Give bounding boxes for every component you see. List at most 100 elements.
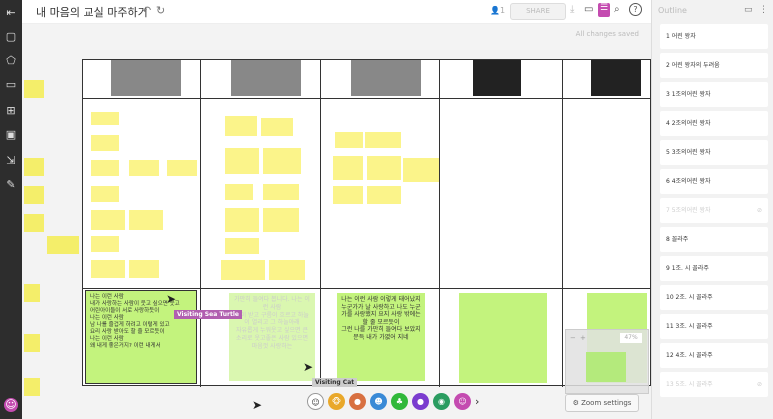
import-icon[interactable]: ⇲ (4, 154, 18, 168)
outline-icon[interactable]: ☰ (598, 3, 610, 17)
sticky-note[interactable] (225, 238, 259, 254)
outline-item[interactable]: 8 꼴라주 (660, 227, 768, 252)
poem-card[interactable]: 나는 이런 사람 이렇게 태어났지 누군가가 날 사랑하고 나도 누군가를 사랑… (337, 293, 425, 381)
sticky-note[interactable] (225, 116, 257, 136)
board-canvas[interactable]: All changes saved 나는 이런 사람 내가 사랑하는 사람이 웃… (22, 24, 651, 419)
search-icon[interactable]: ⌕ (614, 4, 620, 15)
visitor-avatar-icon[interactable]: ☺ (307, 393, 324, 410)
sticky-note[interactable] (91, 186, 119, 202)
image (473, 60, 521, 96)
visitor-avatar-icon[interactable]: ● (349, 393, 366, 410)
share-button[interactable]: SHARE (510, 3, 566, 20)
minimap[interactable]: − + 47% (565, 329, 649, 394)
zoom-out-icon[interactable]: − (570, 334, 576, 342)
minimap-viewport[interactable] (586, 352, 626, 382)
pen-icon[interactable]: ✎ (4, 178, 18, 192)
sticky-note[interactable] (24, 158, 44, 176)
sticky-note[interactable] (24, 284, 40, 302)
sticky-note[interactable] (24, 214, 44, 232)
sticky-note[interactable] (91, 160, 119, 176)
outline-item[interactable]: 1 어린 왕자 (660, 24, 768, 49)
cursor-icon: ➤ (303, 360, 314, 374)
sticky-note[interactable] (269, 260, 305, 280)
sticky-note[interactable] (91, 135, 119, 151)
sticky-note[interactable] (335, 132, 363, 148)
poem-card[interactable] (459, 293, 547, 383)
sticky-note[interactable] (365, 132, 401, 148)
sticky-note[interactable] (221, 260, 265, 280)
outline-item[interactable]: 13 5조. 시 꼴라주 ⊘ (660, 372, 768, 397)
outline-item[interactable]: 2 어린 왕자의 두려움 (660, 53, 768, 78)
outline-item[interactable]: 9 1조. 시 꼴라주 (660, 256, 768, 281)
sticky-note[interactable] (47, 236, 79, 254)
outline-item[interactable]: 6 4조의어린 왕자 (660, 169, 768, 194)
sticky-note[interactable] (225, 208, 259, 232)
poem-card[interactable]: 나는 이런 사람 내가 사랑하는 사람이 웃고 싶으면 웃고 어린아이들이 서로… (85, 290, 197, 384)
pixelated-image (231, 60, 301, 96)
sticky-note[interactable] (129, 260, 159, 278)
sticky-note[interactable] (129, 160, 159, 176)
sticky-note[interactable] (333, 156, 363, 180)
comment-icon[interactable]: ▭ (584, 4, 593, 15)
undo-icon[interactable]: ↶ (142, 4, 151, 17)
history-icon[interactable]: ↻ (156, 4, 165, 17)
outline-item[interactable]: 11 3조. 시 꼴라주 (660, 314, 768, 339)
pixelated-image (111, 60, 181, 96)
download-icon[interactable]: ⤓ (570, 4, 574, 15)
outline-item[interactable]: 12 4조. 시 꼴라주 (660, 343, 768, 368)
hidden-icon[interactable]: ⊘ (757, 372, 762, 397)
column-divider (562, 60, 563, 387)
user-count[interactable]: 👤1 (490, 6, 505, 15)
sticky-note[interactable] (225, 184, 253, 200)
outline-item[interactable]: 4 2조의어린 왕자 (660, 111, 768, 136)
more-icon[interactable]: ⋮ (759, 5, 768, 15)
sticky-note[interactable] (91, 260, 125, 278)
visitor-avatar-icon[interactable]: ♣ (391, 393, 408, 410)
visitor-avatar-icon[interactable]: ◉ (433, 393, 450, 410)
outline-item[interactable]: 7 5조의어린 왕자 ⊘ (660, 198, 768, 223)
grid-icon[interactable]: ⊞ (4, 104, 18, 118)
note-icon[interactable]: ▢ (4, 30, 18, 44)
zoom-settings-label: Zoom settings (581, 399, 632, 407)
zoom-settings-button[interactable]: ⚙ Zoom settings (565, 394, 639, 412)
sticky-note[interactable] (24, 186, 44, 204)
image-icon[interactable]: ▣ (4, 128, 18, 142)
sticky-note[interactable] (261, 118, 293, 136)
help-icon[interactable]: ? (629, 3, 642, 16)
sticky-note[interactable] (91, 236, 119, 252)
back-icon[interactable]: ⇤ (4, 6, 18, 20)
hidden-icon[interactable]: ⊘ (757, 198, 762, 223)
sticky-note[interactable] (91, 112, 119, 125)
chevron-right-icon[interactable]: › (475, 393, 485, 410)
sticky-note[interactable] (263, 184, 299, 200)
sticky-note[interactable] (367, 186, 401, 204)
present-icon[interactable]: ▭ (744, 5, 753, 15)
sticky-note[interactable] (24, 378, 40, 396)
sticky-note[interactable] (263, 208, 299, 232)
outline-item[interactable]: 3 1조의어린 왕자 (660, 82, 768, 107)
sticky-note[interactable] (24, 334, 40, 352)
sticky-note[interactable] (333, 186, 363, 204)
visitor-avatar-icon[interactable]: ● (412, 393, 429, 410)
zoom-in-icon[interactable]: + (580, 334, 586, 342)
sticky-note[interactable] (129, 210, 163, 230)
sticky-note[interactable] (91, 210, 125, 230)
row-divider (83, 98, 651, 99)
outline-item[interactable]: 5 3조의어린 왕자 (660, 140, 768, 165)
sticky-note[interactable] (167, 160, 197, 176)
layout-icon[interactable]: ▭ (4, 78, 18, 92)
user-avatar[interactable]: ☺ (4, 398, 18, 412)
sticky-note[interactable] (24, 80, 44, 98)
column-divider (439, 60, 440, 387)
sticky-note[interactable] (403, 158, 439, 182)
shape-icon[interactable]: ⬠ (4, 54, 18, 68)
sticky-note[interactable] (225, 148, 259, 174)
visitor-avatar-icon[interactable]: 🐵 (328, 393, 345, 410)
visitor-avatar-icon[interactable]: ☺ (454, 393, 471, 410)
sticky-note[interactable] (263, 148, 301, 174)
visitor-avatar-icon[interactable]: ☻ (370, 393, 387, 410)
sticky-note[interactable] (367, 156, 401, 180)
outline-item[interactable]: 10 2조. 시 꼴라주 (660, 285, 768, 310)
outline-panel: Outline ▭ ⋮ 1 어린 왕자 2 어린 왕자의 두려움 3 1조의어린 왕… (651, 0, 773, 419)
outline-item-label: 1 어린 왕자 (666, 33, 696, 40)
